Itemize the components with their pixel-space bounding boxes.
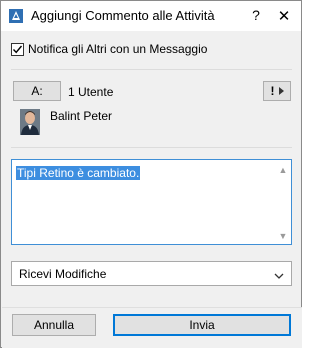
chevron-down-icon: [274, 269, 284, 283]
priority-button[interactable]: !: [263, 81, 291, 101]
help-button[interactable]: ?: [249, 7, 263, 25]
app-logo-icon: [9, 9, 23, 23]
to-button[interactable]: A:: [13, 81, 61, 101]
action-select-value: Ricevi Modifiche: [19, 267, 107, 281]
divider: [11, 69, 292, 70]
user-avatar: [20, 109, 40, 135]
cancel-button[interactable]: Annulla: [12, 314, 96, 336]
notify-label: Notifica gli Altri con un Messaggio: [28, 42, 208, 56]
scroll-up-icon[interactable]: ▲: [277, 164, 289, 176]
divider: [11, 147, 292, 148]
notify-checkbox[interactable]: [11, 42, 24, 56]
recipient-count: 1 Utente: [68, 85, 114, 99]
title-bar: Aggiungi Commento alle Attività ? ✕: [1, 1, 301, 31]
comment-textarea[interactable]: Tipi Retino è cambiato. ▲ ▼: [11, 159, 292, 245]
priority-button-label: !: [270, 84, 275, 98]
chevron-right-icon: [278, 84, 284, 98]
send-button[interactable]: Invia: [113, 314, 291, 336]
dialog-footer: Annulla Invia: [2, 307, 302, 348]
comment-text: Tipi Retino è cambiato.: [16, 166, 141, 180]
scroll-down-icon[interactable]: ▼: [277, 230, 289, 242]
recipient-name: Balint Peter: [50, 109, 113, 123]
notify-checkbox-row[interactable]: Notifica gli Altri con un Messaggio: [11, 41, 207, 57]
close-button[interactable]: ✕: [275, 7, 293, 25]
comment-dialog: Aggiungi Commento alle Attività ? ✕ Noti…: [0, 0, 302, 348]
action-select[interactable]: Ricevi Modifiche: [11, 261, 292, 286]
window-title: Aggiungi Commento alle Attività: [31, 8, 215, 23]
